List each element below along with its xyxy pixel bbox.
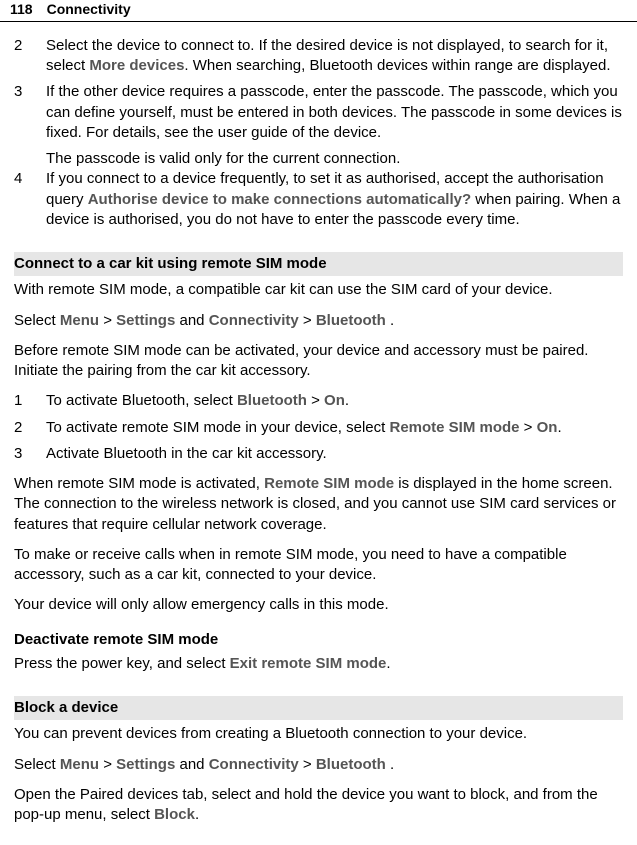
s1-p1: With remote SIM mode, a compatible car k… — [14, 280, 623, 300]
s2-p1: You can prevent devices from creating a … — [14, 724, 623, 744]
page-number: 118 — [10, 0, 33, 19]
and-text: and — [180, 756, 209, 773]
punct-dot: . — [390, 312, 394, 329]
bluetooth-label: Bluetooth — [316, 756, 386, 773]
text-run: To activate Bluetooth, select — [46, 392, 237, 409]
nav-prefix: Select — [14, 756, 60, 773]
and-text: and — [180, 312, 209, 329]
connectivity-label: Connectivity — [209, 756, 299, 773]
s1-step-list: 1 To activate Bluetooth, select Bluetooth… — [14, 391, 623, 464]
bold-term: Bluetooth — [237, 392, 307, 409]
s1-nav-path: Select Menu > Settings and Connectivity … — [14, 311, 623, 331]
deactivate-subhead: Deactivate remote SIM mode — [14, 630, 623, 650]
step-number: 2 — [14, 36, 28, 77]
list-item: 4 If you connect to a device frequently, … — [14, 169, 623, 230]
bold-term: On — [324, 392, 345, 409]
step-number: 2 — [14, 418, 28, 438]
text-run: > — [307, 392, 324, 409]
s1-p4: When remote SIM mode is activated, Remot… — [14, 474, 623, 535]
s1-p3: Before remote SIM mode can be activated,… — [14, 341, 623, 382]
text-run: Press the power key, and select — [14, 655, 230, 672]
step-number: 4 — [14, 169, 28, 230]
gt-icon: > — [303, 756, 316, 773]
step-number: 1 — [14, 391, 28, 411]
bold-term: Exit remote SIM mode — [230, 655, 387, 672]
list-item: 2 To activate remote SIM mode in your dev… — [14, 418, 623, 438]
text-run: If the other device requires a passcode,… — [46, 83, 622, 141]
gt-icon: > — [103, 756, 116, 773]
step-text: If you connect to a device frequently, t… — [46, 169, 623, 230]
step-followup: The passcode is valid only for the curre… — [46, 149, 623, 169]
nav-prefix: Select — [14, 312, 60, 329]
text-run: . — [557, 419, 561, 436]
bold-term: More devices — [89, 57, 184, 74]
s1-p5: To make or receive calls when in remote … — [14, 545, 623, 586]
bold-term: On — [537, 419, 558, 436]
chapter-title: Connectivity — [47, 0, 131, 19]
text-run: . — [345, 392, 349, 409]
bold-term: Authorise device to make connections aut… — [88, 191, 471, 208]
gt-icon: > — [303, 312, 316, 329]
step-text: Activate Bluetooth in the car kit access… — [46, 444, 623, 464]
list-item: 2 Select the device to connect to. If the… — [14, 36, 623, 77]
header-bar: 118 Connectivity — [0, 0, 637, 22]
text-run: . — [386, 655, 390, 672]
text-run: When remote SIM mode is activated, — [14, 475, 264, 492]
menu-label: Menu — [60, 756, 99, 773]
s2-nav-path: Select Menu > Settings and Connectivity … — [14, 755, 623, 775]
step-text: If the other device requires a passcode,… — [46, 82, 623, 143]
text-run: To activate remote SIM mode in your devi… — [46, 419, 389, 436]
section-head-remote-sim: Connect to a car kit using remote SIM mo… — [14, 252, 623, 276]
intro-step-list: 2 Select the device to connect to. If the… — [14, 36, 623, 230]
punct-dot: . — [390, 756, 394, 773]
s2-p3: Open the Paired devices tab, select and … — [14, 785, 623, 826]
menu-label: Menu — [60, 312, 99, 329]
step-text: To activate Bluetooth, select Bluetooth … — [46, 391, 623, 411]
text-run: Open the Paired devices tab, select and … — [14, 786, 598, 823]
gt-icon: > — [103, 312, 116, 329]
step-text: Select the device to connect to. If the … — [46, 36, 623, 77]
text-run: Activate Bluetooth in the car kit access… — [46, 445, 327, 462]
connectivity-label: Connectivity — [209, 312, 299, 329]
list-item: 3 Activate Bluetooth in the car kit acces… — [14, 444, 623, 464]
text-run: . When searching, Bluetooth devices with… — [184, 57, 610, 74]
s1-p6: Your device will only allow emergency ca… — [14, 595, 623, 615]
page-content: 2 Select the device to connect to. If the… — [0, 36, 637, 845]
text-run: > — [520, 419, 537, 436]
list-item: 1 To activate Bluetooth, select Bluetooth… — [14, 391, 623, 411]
settings-label: Settings — [116, 312, 175, 329]
bluetooth-label: Bluetooth — [316, 312, 386, 329]
settings-label: Settings — [116, 756, 175, 773]
step-number: 3 — [14, 82, 28, 143]
bold-term: Block — [154, 806, 195, 823]
step-number: 3 — [14, 444, 28, 464]
section-head-block-device: Block a device — [14, 696, 623, 720]
s1-deactivate-text: Press the power key, and select Exit rem… — [14, 654, 623, 674]
list-item: 3 If the other device requires a passcode… — [14, 82, 623, 143]
step-text: To activate remote SIM mode in your devi… — [46, 418, 623, 438]
bold-term: Remote SIM mode — [264, 475, 394, 492]
bold-term: Remote SIM mode — [389, 419, 519, 436]
text-run: . — [195, 806, 199, 823]
